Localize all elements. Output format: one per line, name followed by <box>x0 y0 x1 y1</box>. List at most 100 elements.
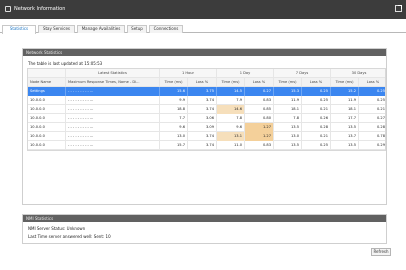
value-cell: 7.8 <box>217 114 245 123</box>
latest-stats-cell: - - - - - - - - - ... <box>66 123 160 132</box>
value-cell: 13.5 <box>274 141 302 150</box>
tab-connections[interactable]: Connections <box>149 25 183 33</box>
value-cell: 0.78 <box>376 134 385 138</box>
latest-stats-cell: - - - - - - - - - ... <box>66 141 160 150</box>
value-cell: 13.5 <box>274 123 302 132</box>
column-header-time[interactable]: Time (ms) <box>217 78 245 87</box>
window-icon <box>5 6 11 12</box>
table-row[interactable]: 10.0.0.0 - - - - - - - - - ... 15.7 3.74… <box>28 141 385 150</box>
group-header-30-days: 30 Days <box>351 71 367 75</box>
value-cell: 3.74 <box>188 132 217 141</box>
value-cell: 17.7 <box>331 114 359 123</box>
value-cell: 1.27 <box>245 123 274 132</box>
value-cell: 14.6 <box>217 105 245 114</box>
value-cell: 0.85 <box>245 105 274 114</box>
popout-icon[interactable] <box>395 5 402 12</box>
table-row[interactable]: Settings - - - - - - - - - ... 15.6 3.75… <box>28 87 385 96</box>
column-header-time[interactable]: Time (ms) <box>160 78 188 87</box>
column-header-node-name[interactable]: Node Name <box>28 78 66 87</box>
value-cell: 3.09 <box>188 123 217 132</box>
value-cell: 0.21 <box>302 105 331 114</box>
value-cell: 11.9 <box>274 96 302 105</box>
statistics-table: Latest Statistics 1 Hour 1 Day 7 Days 30… <box>27 68 386 151</box>
network-statistics-panel: Network Statistics The table is last upd… <box>22 48 387 205</box>
value-cell: 7.7 <box>160 114 188 123</box>
table-row[interactable]: 10.0.0.0 - - - - - - - - - ... 9.6 3.09 … <box>28 123 385 132</box>
value-cell: 0.26 <box>302 114 331 123</box>
value-cell: 9.6 <box>160 123 188 132</box>
tab-manage-availabilities[interactable]: Manage Availalities <box>77 25 125 33</box>
refresh-button[interactable]: Refresh <box>371 248 391 256</box>
latest-stats-cell: - - - - - - - - - ... <box>66 96 160 105</box>
column-header-loss[interactable]: Loss % <box>245 78 274 87</box>
value-cell: 1.27 <box>245 132 274 141</box>
value-cell: 15.2 <box>331 87 359 96</box>
table-group-header: Latest Statistics 1 Hour 1 Day 7 Days 30… <box>28 69 385 78</box>
column-header-response-times[interactable]: Maximum Response Times, Name - Di... <box>66 78 160 87</box>
node-name-cell: 10.0.0.0 <box>28 96 66 105</box>
value-cell: 0.27 <box>376 116 385 120</box>
value-cell: 3.74 <box>188 141 217 150</box>
value-cell: 13.7 <box>331 132 359 141</box>
panel-title: Network Statistics <box>23 49 386 56</box>
node-name-cell: 10.0.0.0 <box>28 132 66 141</box>
table-column-header: Node Name Maximum Response Times, Name -… <box>28 78 385 87</box>
table-row[interactable]: 10.0.0.0 - - - - - - - - - ... 13.0 3.74… <box>28 132 385 141</box>
value-cell: 0.25 <box>376 89 385 93</box>
tab-stay-services[interactable]: Stay Services <box>38 25 75 33</box>
value-cell: 0.80 <box>245 114 274 123</box>
column-header-loss[interactable]: Loss % <box>359 78 387 87</box>
tab-bar: Statistics Stay Services Manage Availali… <box>0 19 406 34</box>
value-cell: 15.7 <box>160 141 188 150</box>
value-cell: 7.8 <box>274 114 302 123</box>
value-cell: 13.0 <box>274 132 302 141</box>
last-answer-text: Last Time server answered well: Sent: 10 <box>28 234 111 239</box>
value-cell: 0.83 <box>245 141 274 150</box>
value-cell: 0.25 <box>302 141 331 150</box>
column-header-loss[interactable]: Loss % <box>188 78 217 87</box>
value-cell: 0.28 <box>376 125 385 129</box>
value-cell: 3.06 <box>188 114 217 123</box>
group-header-1-hour: 1 Hour <box>160 69 217 78</box>
panel-title: NMI Statistics <box>23 215 386 222</box>
table-row[interactable]: 10.0.0.0 - - - - - - - - - ... 7.7 3.06 … <box>28 114 385 123</box>
value-cell: 7.9 <box>217 96 245 105</box>
column-header-time[interactable]: Time (ms) <box>331 78 359 87</box>
value-cell: 0.25 <box>376 98 385 102</box>
value-cell: 11.0 <box>217 141 245 150</box>
value-cell: 15.6 <box>160 87 188 96</box>
node-name-cell: 10.0.0.0 <box>28 105 66 114</box>
value-cell: 0.83 <box>245 96 274 105</box>
node-name-cell: Settings <box>28 87 66 96</box>
value-cell: 14.5 <box>217 87 245 96</box>
node-name-cell: 10.0.0.0 <box>28 114 66 123</box>
group-header-1-day: 1 Day <box>217 69 274 78</box>
latest-stats-cell: - - - - - - - - - ... <box>66 114 160 123</box>
tab-setup[interactable]: Setup <box>127 25 147 33</box>
column-header-loss[interactable]: Loss % <box>302 78 331 87</box>
value-cell: 0.27 <box>245 87 274 96</box>
table-row[interactable]: 10.0.0.0 - - - - - - - - - ... 9.9 3.74 … <box>28 96 385 105</box>
value-cell: 18.1 <box>331 105 359 114</box>
column-header-time[interactable]: Time (ms) <box>274 78 302 87</box>
value-cell: 13.0 <box>160 132 188 141</box>
window-titlebar: Network Information <box>0 0 406 19</box>
value-cell: 0.25 <box>302 96 331 105</box>
value-cell: 0.29 <box>376 143 385 147</box>
value-cell: 15.3 <box>274 87 302 96</box>
latest-stats-cell: - - - - - - - - - ... <box>66 132 160 141</box>
value-cell: 3.74 <box>188 105 217 114</box>
window-title: Network Information <box>14 6 66 12</box>
value-cell: 18.8 <box>160 105 188 114</box>
latest-stats-cell: - - - - - - - - - ... <box>66 105 160 114</box>
group-header-7-days: 7 Days <box>274 69 331 78</box>
value-cell: 3.75 <box>188 87 217 96</box>
node-name-cell: 10.0.0.0 <box>28 123 66 132</box>
tab-statistics[interactable]: Statistics <box>2 25 36 34</box>
group-header-latest: Latest Statistics <box>66 69 160 78</box>
value-cell: 3.74 <box>188 96 217 105</box>
value-cell: 0.25 <box>302 87 331 96</box>
table-row[interactable]: 10.0.0.0 - - - - - - - - - ... 18.8 3.74… <box>28 105 385 114</box>
server-status-text: NMI Server Status: Unknown <box>28 226 86 231</box>
value-cell: 0.21 <box>302 132 331 141</box>
